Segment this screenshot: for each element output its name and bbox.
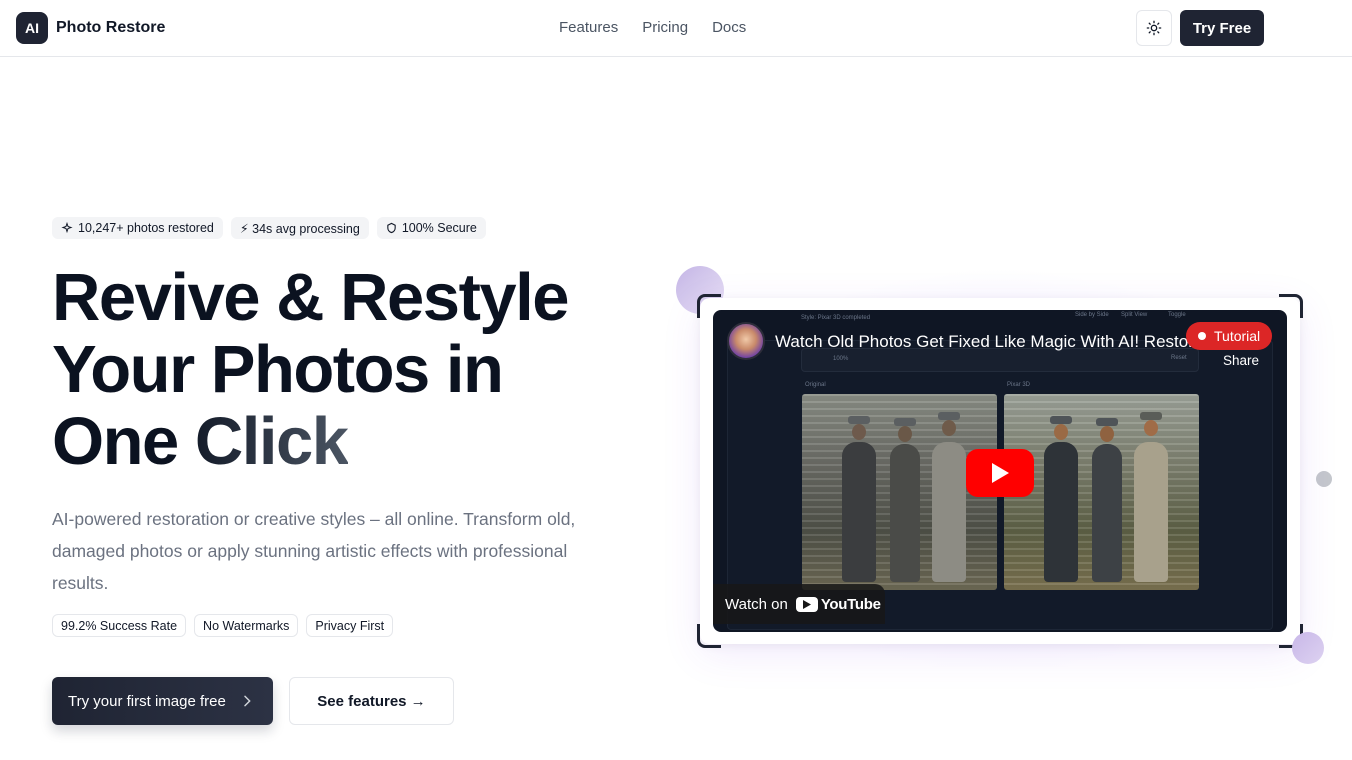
- tutorial-label: Tutorial: [1214, 328, 1261, 344]
- stats-badges: 10,247+ photos restored ⚡ 34s avg proces…: [52, 217, 486, 239]
- video-style-label: Pixar 3D: [1007, 382, 1031, 388]
- brand-logo: AI: [16, 12, 48, 44]
- chip-privacy-first: Privacy First: [306, 614, 394, 637]
- nav-docs[interactable]: Docs: [712, 19, 746, 36]
- video-original-label: Original: [805, 382, 826, 388]
- styled-photo: [1004, 394, 1199, 590]
- brand[interactable]: AI Photo Restore: [16, 12, 165, 44]
- feature-chips: 99.2% Success Rate No Watermarks Privacy…: [52, 614, 394, 637]
- shield-icon: [387, 222, 396, 234]
- nav-pricing[interactable]: Pricing: [642, 19, 688, 36]
- watch-on-youtube-button[interactable]: Watch on YouTube: [713, 584, 885, 624]
- share-button[interactable]: Share: [1223, 353, 1259, 368]
- youtube-wordmark: YouTube: [820, 595, 881, 613]
- decorative-circle: [1292, 632, 1324, 664]
- cta-primary-label: Try your first image free: [68, 692, 226, 710]
- play-icon: [992, 463, 1009, 483]
- youtube-play-icon: [795, 596, 818, 612]
- youtube-logo: YouTube: [795, 595, 881, 613]
- watch-on-label: Watch on: [725, 595, 788, 613]
- sparkle-icon: [61, 222, 73, 234]
- brand-name: Photo Restore: [56, 19, 166, 36]
- try-free-button[interactable]: Try Free: [1180, 10, 1264, 46]
- youtube-embed[interactable]: Style: Pixar 3D completed Side by Side S…: [713, 310, 1287, 632]
- hero-title-line1: Revive & Restyle: [52, 260, 570, 335]
- video-reset-label: Reset: [1171, 355, 1187, 361]
- badge-label: 10,247+ photos restored: [78, 221, 214, 235]
- chip-no-watermarks: No Watermarks: [194, 614, 299, 637]
- video-mode-toggle: Toggle: [1168, 312, 1186, 318]
- try-first-image-button[interactable]: Try your first image free: [52, 677, 273, 725]
- nav-features[interactable]: Features: [559, 19, 618, 36]
- hero-description: AI-powered restoration or creative style…: [52, 509, 576, 593]
- video-status-text: Style: Pixar 3D completed: [801, 315, 871, 321]
- badge-photos-restored: 10,247+ photos restored: [52, 217, 223, 239]
- decorative-dot: [1316, 471, 1332, 487]
- theme-toggle-button[interactable]: [1136, 10, 1172, 46]
- chevron-right-icon: [244, 695, 251, 707]
- chip-success-rate: 99.2% Success Rate: [52, 614, 187, 637]
- record-dot-icon: [1198, 332, 1206, 340]
- see-features-button[interactable]: See features →: [289, 677, 454, 725]
- video-zoom-level: 100%: [833, 356, 849, 362]
- video-mode-side: Side by Side: [1075, 312, 1109, 318]
- play-button[interactable]: [966, 449, 1034, 497]
- tutorial-badge: Tutorial: [1186, 322, 1273, 350]
- main-nav: Features Pricing Docs: [559, 19, 746, 36]
- hero-title-line3: One Click: [52, 404, 349, 479]
- sun-icon: [1146, 20, 1162, 36]
- badge-label: 100% Secure: [401, 221, 477, 235]
- hero-title: Revive & Restyle Your Photos in One Clic…: [52, 262, 652, 478]
- site-header: AI Photo Restore Features Pricing Docs T…: [0, 0, 1352, 57]
- badge-processing-time: ⚡ 34s avg processing: [230, 217, 369, 239]
- video-mode-split: Split View: [1121, 312, 1148, 318]
- badge-secure: 100% Secure: [376, 217, 486, 239]
- channel-avatar[interactable]: [727, 322, 765, 360]
- hero-title-line2: Your Photos in: [52, 332, 504, 407]
- video-title[interactable]: Watch Old Photos Get Fixed Like Magic Wi…: [775, 332, 1195, 352]
- badge-label: ⚡ 34s avg processing: [239, 221, 360, 236]
